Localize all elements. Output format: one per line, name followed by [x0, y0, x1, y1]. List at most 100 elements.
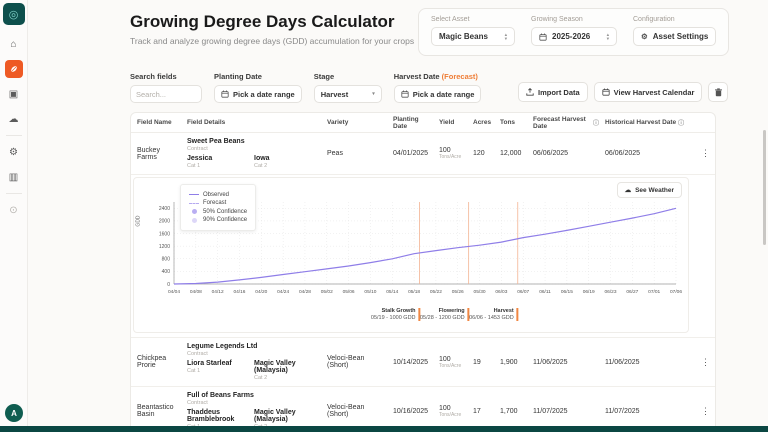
field-name-cell: Beantastico Basin — [131, 404, 181, 418]
bottom-accent-bar — [0, 426, 768, 432]
svg-text:05/30: 05/30 — [474, 289, 486, 295]
inventory-box-icon[interactable]: ▣ — [5, 85, 23, 103]
stage-group: Stage Harvest ▾ — [314, 72, 382, 103]
stage-select[interactable]: Harvest ▾ — [314, 85, 382, 103]
info-icon[interactable]: ⓘ — [678, 118, 684, 127]
asset-select-value: Magic Beans — [439, 32, 488, 41]
gdd-chart-card: ☁ See Weather GDD Observed Forecast 50% … — [133, 177, 689, 333]
svg-text:1200: 1200 — [159, 244, 170, 250]
company-tag: Contract — [187, 400, 321, 406]
view-harvest-calendar-button[interactable]: View Harvest Calendar — [594, 82, 703, 102]
header-variety: Variety — [321, 119, 387, 126]
svg-text:05/26: 05/26 — [452, 289, 464, 295]
planting-date-group: Planting Date Pick a date range — [214, 72, 302, 103]
field-name-cell: Buckey Farms — [131, 147, 181, 161]
header-field-name: Field Name — [131, 119, 181, 126]
page-title: Growing Degree Days Calculator — [130, 12, 395, 32]
svg-text:05/14: 05/14 — [386, 289, 398, 295]
cloud-icon: ☁ — [625, 186, 632, 194]
delete-button[interactable] — [708, 82, 728, 102]
field-name-cell: Chickpea Prorie — [131, 355, 181, 369]
historical-harvest-cell: 11/07/2025 — [599, 408, 695, 415]
svg-text:05/02: 05/02 — [321, 289, 333, 295]
chevron-updown-icon: ▴▾ — [505, 33, 507, 40]
yield-value: 100 — [439, 405, 467, 412]
company-name: Full of Beans Farms — [187, 392, 321, 399]
planting-date-range-button[interactable]: Pick a date range — [214, 85, 302, 103]
row-menu-icon[interactable]: ⋮ — [695, 406, 709, 417]
svg-text:05/10: 05/10 — [364, 289, 376, 295]
filter-bar: Search fields Planting Date Pick a date … — [130, 72, 481, 103]
harvest-date-group: Harvest Date (Forecast) Pick a date rang… — [394, 72, 482, 103]
variety-cell: Veloci-Bean (Short) — [321, 355, 387, 369]
extra-tool-icon[interactable]: ⊙ — [5, 201, 23, 219]
upload-icon — [526, 88, 534, 96]
home-icon[interactable]: ⌂ — [5, 35, 23, 53]
asset-settings-button[interactable]: ⚙ Asset Settings — [633, 27, 716, 46]
view-harvest-calendar-label: View Harvest Calendar — [614, 88, 695, 97]
svg-text:800: 800 — [162, 257, 171, 263]
svg-text:04/12: 04/12 — [212, 289, 224, 295]
header-yield: Yield — [433, 119, 467, 126]
forecast-harvest-cell: 11/06/2025 — [527, 359, 599, 366]
forecast-line-swatch — [189, 203, 199, 204]
weather-cloud-icon[interactable]: ☁ — [5, 110, 23, 128]
legend-item-observed: Observed — [189, 192, 247, 198]
user-avatar[interactable]: A — [5, 404, 23, 422]
yield-value: 100 — [439, 147, 467, 154]
sidebar-divider — [6, 135, 22, 136]
configuration-label: Configuration — [633, 16, 716, 23]
page-scrollbar[interactable] — [763, 130, 766, 245]
docs-icon[interactable]: ▥ — [5, 168, 23, 186]
import-data-button[interactable]: Import Data — [518, 82, 588, 102]
svg-text:05/06: 05/06 — [343, 289, 355, 295]
svg-text:06/23: 06/23 — [605, 289, 617, 295]
svg-text:05/18: 05/18 — [408, 289, 420, 295]
field-details-cell: Full of Beans Farms Contract Thaddeus Br… — [181, 392, 321, 430]
svg-text:06/07: 06/07 — [517, 289, 529, 295]
stage-annotation: Stalk Growth 05/19 - 1000 GDD — [371, 308, 421, 321]
asset-settings-label: Asset Settings — [653, 32, 709, 41]
growing-season-label: Growing Season — [531, 16, 617, 23]
person-name: Liora Starleaf — [187, 360, 254, 367]
table-header-row: Field Name Field Details Variety Plantin… — [131, 113, 715, 133]
svg-text:06/19: 06/19 — [583, 289, 595, 295]
see-weather-button[interactable]: ☁ See Weather — [617, 182, 682, 198]
yield-cell: 100 Tons/Acre — [433, 147, 467, 160]
season-select[interactable]: 2025-2026 ▴▾ — [531, 27, 617, 46]
calendar-icon — [401, 90, 409, 98]
sidebar: ◎ ⌂ ▣ ☁ ⚙ ▥ ⊙ A — [0, 0, 28, 432]
app-logo[interactable]: ◎ — [3, 3, 25, 25]
stage-select-value: Harvest — [321, 90, 349, 99]
calendar-icon — [221, 90, 229, 98]
search-input[interactable] — [130, 85, 202, 103]
conf90-swatch — [192, 218, 197, 223]
import-data-label: Import Data — [538, 88, 580, 97]
svg-text:0: 0 — [167, 282, 170, 288]
row-menu-icon[interactable]: ⋮ — [695, 357, 709, 368]
svg-text:1600: 1600 — [159, 231, 170, 237]
asset-select[interactable]: Magic Beans ▴▾ — [431, 27, 515, 46]
harvest-date-range-button[interactable]: Pick a date range — [394, 85, 482, 103]
season-select-value: 2025-2026 — [552, 32, 590, 41]
stage-annotation: Flowering 05/28 - 1200 GDD — [420, 308, 470, 321]
select-asset-label: Select Asset — [431, 16, 515, 23]
forecast-harvest-cell: 11/07/2025 — [527, 408, 599, 415]
company-name: Legume Legends Ltd — [187, 343, 321, 350]
header-acres: Acres — [467, 119, 494, 126]
table-row[interactable]: Buckey Farms Sweet Pea Beans Contract Je… — [131, 133, 715, 175]
gdd-chart-row: ☁ See Weather GDD Observed Forecast 50% … — [131, 175, 715, 338]
row-menu-icon[interactable]: ⋮ — [695, 148, 709, 159]
asset-select-group: Select Asset Magic Beans ▴▾ — [431, 16, 515, 46]
svg-text:07/01: 07/01 — [648, 289, 660, 295]
crops-leaf-icon[interactable] — [5, 60, 23, 78]
leaf-icon — [9, 64, 19, 74]
historical-harvest-cell: 11/06/2025 — [599, 359, 695, 366]
historical-harvest-cell: 06/06/2025 — [599, 150, 695, 157]
harvest-date-label: Harvest Date (Forecast) — [394, 72, 482, 81]
table-row[interactable]: Chickpea Prorie Legume Legends Ltd Contr… — [131, 338, 715, 387]
stage-text: 06/06 - 1453 GDD — [469, 315, 514, 322]
settings-gear-icon[interactable]: ⚙ — [5, 143, 23, 161]
planting-date-cell: 10/14/2025 — [387, 359, 433, 366]
legend-item-forecast: Forecast — [189, 200, 247, 206]
